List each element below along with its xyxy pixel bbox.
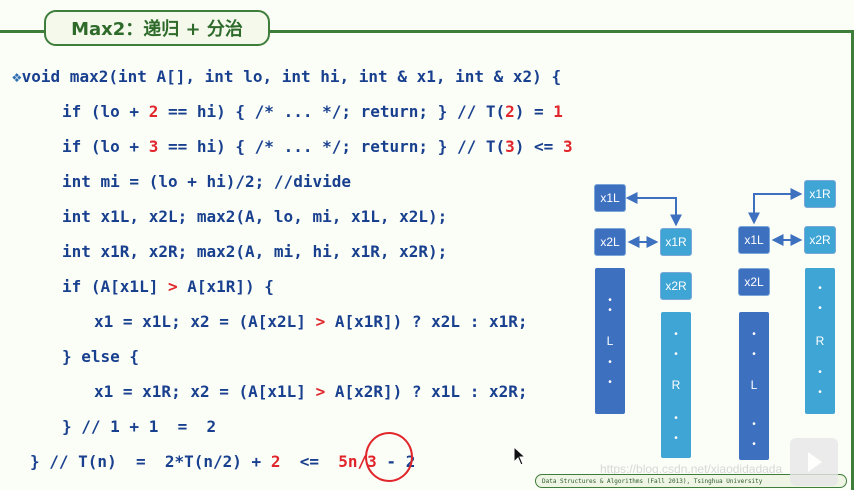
compare-arrow: [748, 188, 803, 225]
diagram-arrows: [625, 188, 803, 248]
compare-arrow: [625, 192, 682, 227]
play-icon[interactable]: [790, 438, 838, 486]
mouse-pointer-icon: [513, 446, 527, 466]
